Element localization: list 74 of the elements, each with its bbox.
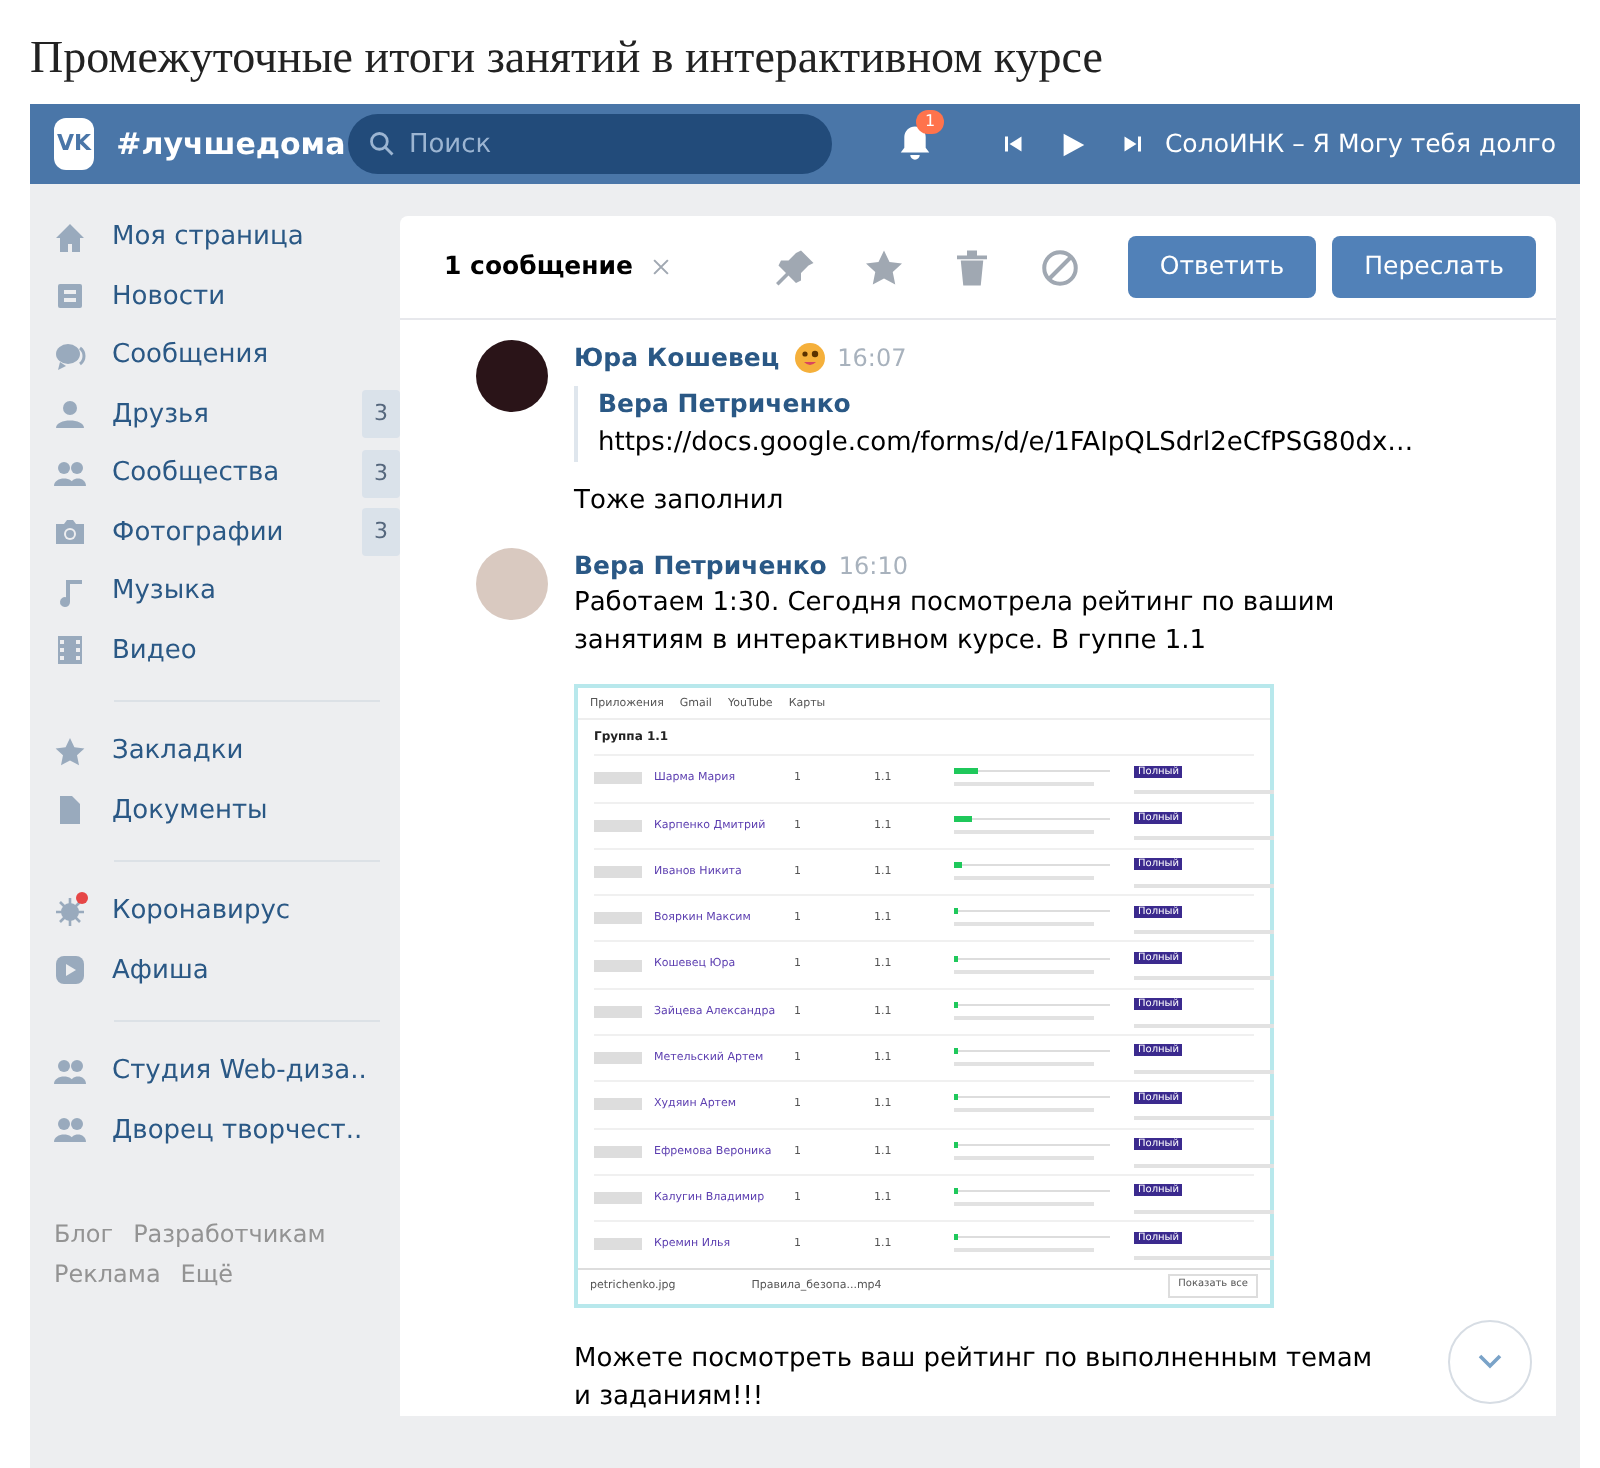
page-title: Промежуточные итоги занятий в интерактивном курсе — [28, 30, 1105, 86]
document-icon — [54, 794, 86, 827]
people-icon — [54, 457, 86, 490]
people-icon — [54, 1055, 86, 1088]
previous-track-icon — [1002, 132, 1027, 156]
star-icon — [54, 735, 86, 768]
scroll-down-button[interactable] — [1448, 1319, 1532, 1404]
sidebar-item[interactable]: Закладки — [54, 722, 400, 781]
count-badge: 3 — [362, 508, 400, 557]
forward-button[interactable]: Переслать — [1332, 236, 1536, 298]
star-icon[interactable] — [863, 247, 904, 287]
play-icon — [54, 954, 86, 987]
quote-link[interactable]: https://docs.google.com/forms/d/e/1FAIpQLSdrl2eCfPSG80dx… — [598, 423, 1414, 461]
sidebar-item[interactable]: Друзья 3 — [54, 385, 400, 444]
author-name[interactable]: Вера Петриченко — [574, 547, 827, 585]
emoji-icon — [793, 342, 826, 375]
message-text: Тоже заполнил — [574, 483, 786, 519]
track-title[interactable]: СолоИНК – Я Могу тебя долго — [1164, 125, 1556, 163]
play-icon — [1058, 129, 1089, 159]
block-icon[interactable] — [1039, 247, 1080, 287]
sidebar-item[interactable]: Моя страница — [54, 208, 400, 267]
reply-button[interactable]: Ответить — [1127, 236, 1317, 298]
home-icon — [54, 221, 86, 254]
blurred-id — [594, 819, 642, 832]
message-time: 16:10 — [838, 549, 908, 584]
avatar — [476, 340, 548, 412]
avatar — [476, 547, 548, 619]
quote-author[interactable]: Вера Петриченко — [598, 385, 1414, 423]
trash-icon[interactable] — [951, 247, 992, 287]
blurred-id — [594, 1238, 642, 1251]
sidebar-item[interactable]: Сообщения — [54, 326, 400, 385]
blurred-id — [594, 1098, 642, 1111]
search-field[interactable]: Поиск — [348, 114, 833, 174]
blurred-id — [594, 772, 642, 785]
blurred-id — [594, 959, 642, 972]
sidebar-item[interactable]: Афиша — [54, 941, 400, 1000]
site-hashtag[interactable]: #лучшедома — [116, 121, 349, 167]
sidebar-item[interactable]: Коронавирус — [54, 882, 400, 941]
sidebar-item[interactable]: Документы — [54, 781, 400, 840]
close-icon[interactable] — [649, 256, 672, 278]
count-badge: 3 — [362, 390, 400, 439]
sidebar-item[interactable]: Новости — [54, 267, 400, 326]
chevron-down-icon — [1476, 1351, 1504, 1372]
film-icon — [54, 634, 86, 667]
pin-icon[interactable] — [775, 247, 816, 287]
blurred-id — [594, 1192, 642, 1205]
chat-bubbles-icon — [54, 339, 86, 372]
logo[interactable]: VK — [54, 118, 95, 170]
sidebar-item[interactable]: Видео — [54, 621, 400, 680]
notification-badge: 1 — [916, 110, 944, 135]
news-icon — [54, 280, 86, 313]
sidebar-item[interactable]: Фотографии 3 — [54, 503, 400, 562]
people-icon — [54, 1114, 86, 1147]
music-note-icon — [54, 575, 86, 608]
message-text: Работаем 1:30. Сегодня посмотрела рейтинг по вашим занятиям в интерактивном курсе. В гуппе 1.1 — [574, 586, 1337, 661]
sidebar-item[interactable]: Студия Web-диза.. — [54, 1042, 400, 1101]
blurred-id — [594, 912, 642, 925]
selection-count: 1 сообщение — [444, 248, 634, 285]
count-badge: 3 — [362, 449, 400, 498]
next-track-icon — [1120, 132, 1145, 156]
message-text: Можете посмотреть ваш рейтинг по выполненным темам и заданиям!!! — [574, 1341, 1374, 1416]
blurred-id — [594, 1005, 642, 1018]
sidebar-item[interactable]: Музыка — [54, 562, 400, 621]
message-time: 16:07 — [837, 342, 907, 377]
attached-screenshot[interactable] — [574, 684, 1274, 1308]
person-icon — [54, 398, 86, 431]
sidebar-item[interactable]: Дворец творчест.. — [54, 1101, 400, 1160]
sidebar-item[interactable]: Сообщества 3 — [54, 444, 400, 503]
blurred-id — [594, 1052, 642, 1065]
bell-icon — [896, 124, 935, 163]
blurred-id — [594, 1145, 642, 1158]
blurred-id — [594, 865, 642, 878]
camera-icon — [54, 516, 86, 549]
author-name[interactable]: Юра Кошевец — [574, 340, 780, 378]
